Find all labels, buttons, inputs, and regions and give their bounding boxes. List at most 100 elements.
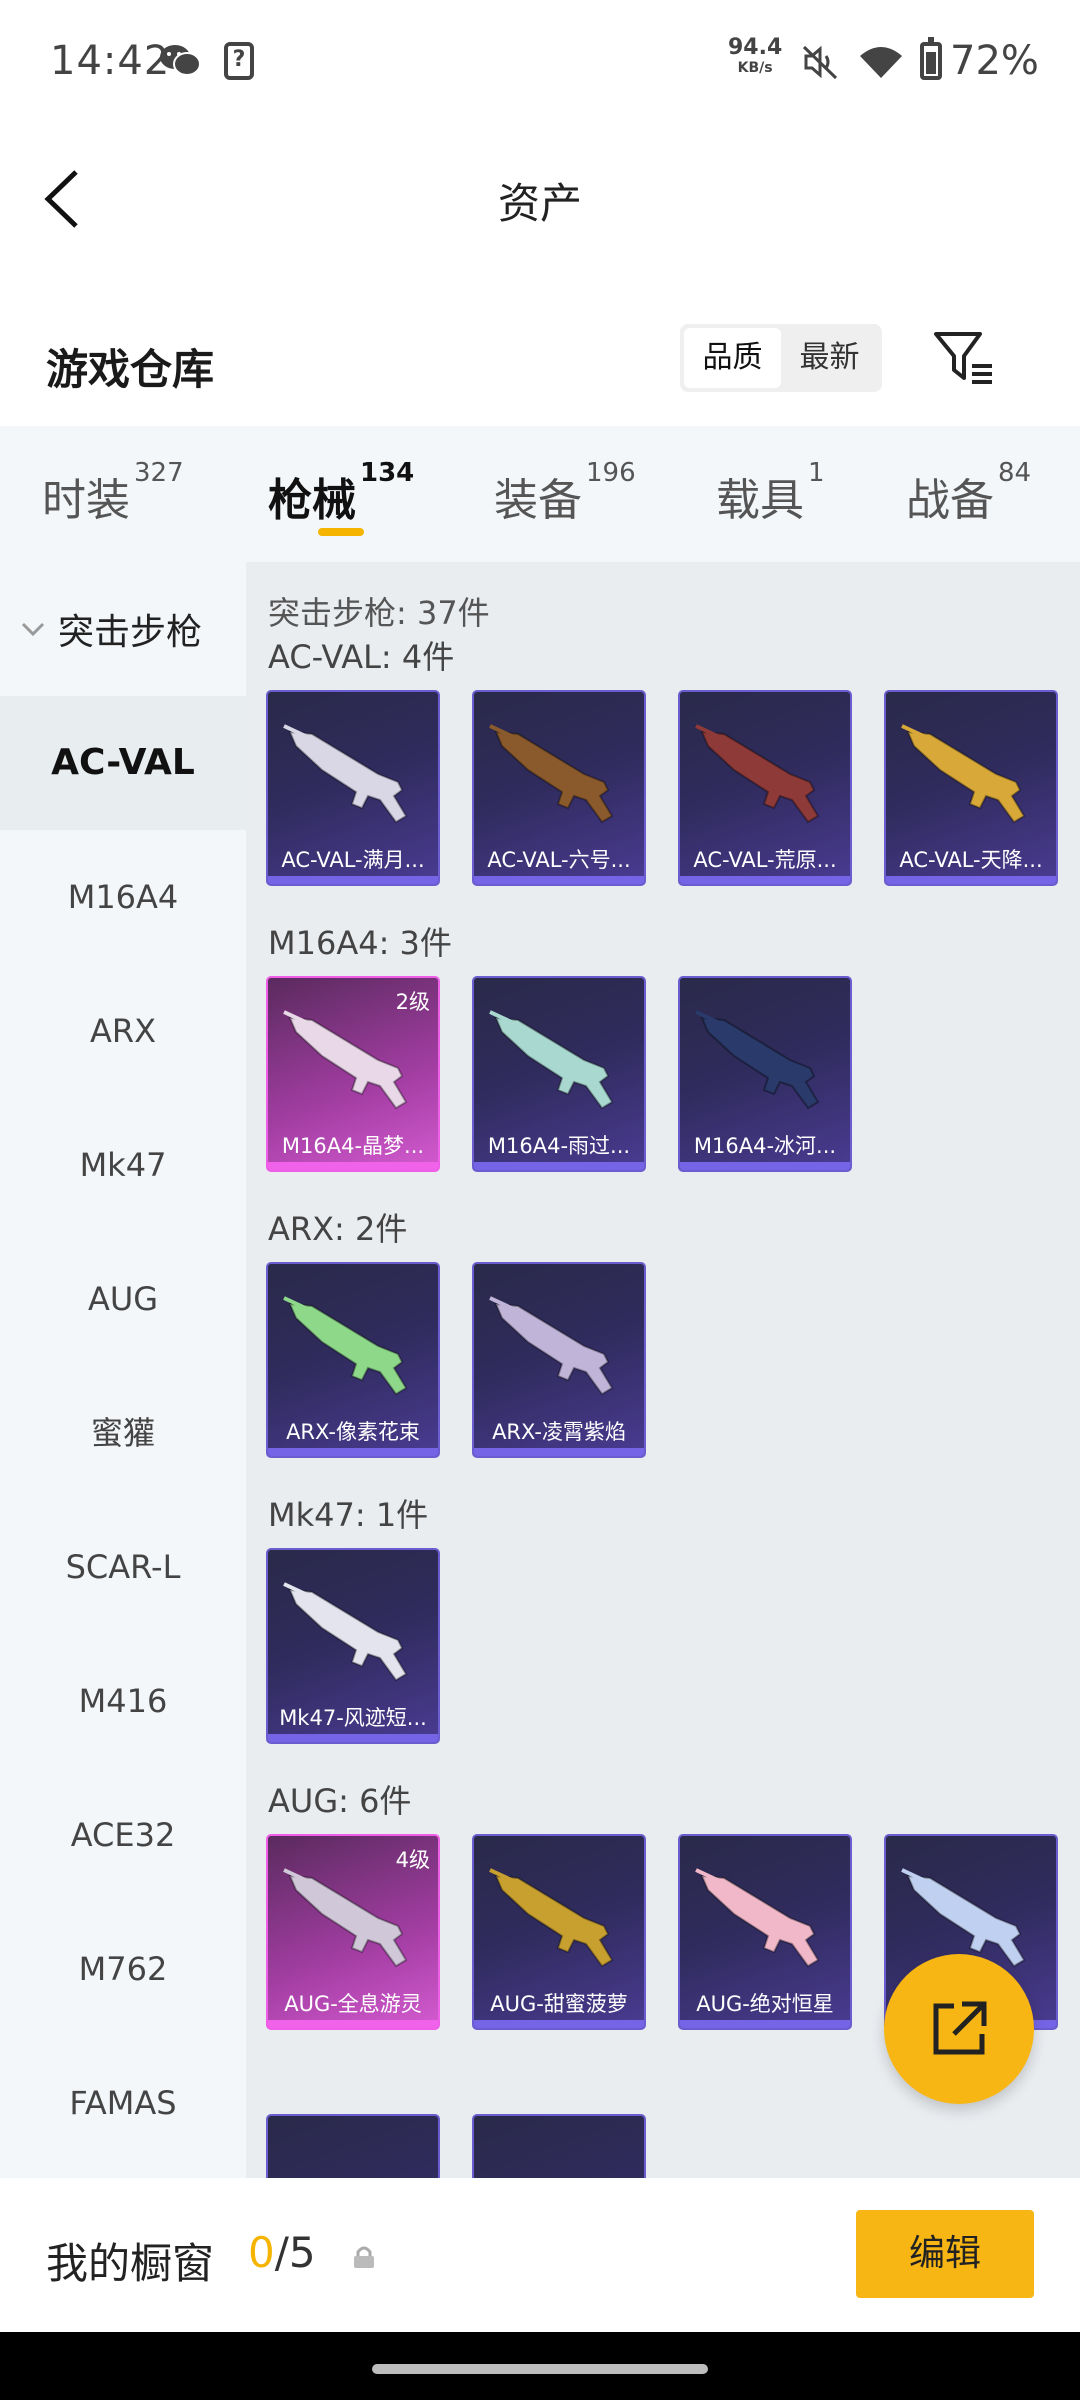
weapon-skin-card[interactable]: 4级 AUG-全息游灵 (266, 1834, 440, 2030)
sidebar-item-honey-badger[interactable]: 蜜獾 (0, 1366, 246, 1500)
tab-supplies[interactable]: 战备84 (906, 458, 1031, 528)
rifle-icon (489, 1868, 614, 1968)
skin-name: AUG-绝对恒星 (696, 1992, 834, 2016)
skin-name: AC-VAL-六号... (487, 848, 631, 872)
tab-fashion[interactable]: 时装327 (42, 458, 184, 528)
sidebar-item-ac-val[interactable]: AC-VAL (0, 696, 246, 830)
sidebar-group-assault-rifles[interactable]: 突击步枪 (0, 562, 246, 696)
weapon-skin-card[interactable]: AC-VAL-荒原... (678, 690, 852, 886)
sort-toggle: 品质 最新 (680, 324, 882, 392)
wifi-icon (860, 47, 902, 78)
rarity-strip (474, 876, 644, 884)
sim-question-icon: ? (224, 42, 254, 80)
weapon-skin-card[interactable]: ARX-凌霄紫焰 (472, 1262, 646, 1458)
sidebar-item-m416[interactable]: M416 (0, 1634, 246, 1768)
showcase-bar: 我的橱窗 0/5 编辑 (0, 2178, 1080, 2332)
active-tab-indicator (318, 528, 364, 536)
wechat-icon (160, 45, 201, 76)
weapon-skin-card[interactable]: M16A4-冰河... (678, 976, 852, 1172)
battery-percent: 72% (950, 38, 1039, 84)
category-tabs: 时装327 枪械134 装备196 载具1 战备84 (0, 426, 1080, 562)
sidebar-group-label: 突击步枪 (58, 612, 203, 653)
weapon-skin-card[interactable] (472, 2114, 646, 2178)
rarity-strip (886, 876, 1056, 884)
skin-name: AC-VAL-荒原... (693, 848, 837, 872)
skin-name: M16A4-晶梦... (281, 1134, 425, 1158)
sidebar-item-aug[interactable]: AUG (0, 1232, 246, 1366)
sidebar-item-famas[interactable]: FAMAS (0, 2036, 246, 2170)
section-title: M16A4: 3件 (268, 924, 452, 962)
sidebar-item-scar-l[interactable]: SCAR-L (0, 1500, 246, 1634)
warehouse-title: 游戏仓库 (46, 345, 215, 394)
weapon-skin-card[interactable]: AC-VAL-满月... (266, 690, 440, 886)
section-title: AUG: 6件 (268, 1782, 412, 1820)
tab-equipment[interactable]: 装备196 (494, 458, 636, 528)
skin-name: AUG-全息游灵 (284, 1992, 422, 2016)
home-gesture-handle[interactable] (372, 2364, 708, 2374)
chevron-down-icon (21, 622, 45, 637)
section-title: AC-VAL: 4件 (268, 638, 455, 676)
rarity-strip (680, 1162, 850, 1170)
rifle-icon (283, 1010, 408, 1110)
rifle-icon (283, 1582, 408, 1682)
rifle-icon (901, 724, 1026, 824)
weapon-skin-card[interactable]: AC-VAL-天降... (884, 690, 1058, 886)
rifle-icon (489, 1010, 614, 1110)
showcase-count: 0/5 (248, 2228, 316, 2277)
skin-name: AC-VAL-天降... (899, 848, 1043, 872)
warehouse-header: 游戏仓库 品质 最新 (0, 300, 1080, 426)
rifle-icon (695, 1868, 820, 1968)
tab-vehicles[interactable]: 载具1 (716, 458, 825, 528)
network-speed: 94.4 KB/s (728, 35, 783, 77)
weapon-skin-card[interactable]: AUG-甜蜜菠萝 (472, 1834, 646, 2030)
rarity-strip (680, 2020, 850, 2028)
rarity-strip (268, 1162, 438, 1170)
rifle-icon (283, 1296, 408, 1396)
category-summary: 突击步枪: 37件 (268, 594, 490, 632)
share-external-icon (933, 2001, 987, 2055)
weapon-skin-card[interactable]: M16A4-雨过... (472, 976, 646, 1172)
sidebar-item-arx[interactable]: ARX (0, 964, 246, 1098)
weapon-sidebar: 突击步枪 AC-VAL M16A4 ARX Mk47 AUG 蜜獾 SCAR-L… (0, 562, 246, 2178)
rarity-strip (474, 2020, 644, 2028)
weapon-skin-card[interactable]: AUG-绝对恒星 (678, 1834, 852, 2030)
section-title: Mk47: 1件 (268, 1496, 429, 1534)
sidebar-item-mk47[interactable]: Mk47 (0, 1098, 246, 1232)
skin-name: M16A4-冰河... (693, 1134, 837, 1158)
rifle-icon (489, 724, 614, 824)
sidebar-item-m762[interactable]: M762 (0, 1902, 246, 2036)
filter-icon[interactable] (930, 326, 996, 388)
status-bar: 14:42 ? 94.4 KB/s 72% (0, 0, 1080, 124)
sort-option-latest[interactable]: 最新 (781, 328, 878, 388)
share-fab[interactable] (884, 1954, 1034, 2104)
edit-button[interactable]: 编辑 (856, 2210, 1034, 2298)
weapon-skin-card[interactable]: Mk47-风迹短... (266, 1548, 440, 1744)
skin-name: AC-VAL-满月... (281, 848, 425, 872)
skin-name: ARX-像素花束 (286, 1420, 420, 1444)
weapon-skin-card[interactable]: ARX-像素花束 (266, 1262, 440, 1458)
rarity-strip (268, 1734, 438, 1742)
system-nav-bar (0, 2332, 1080, 2400)
showcase-label: 我的橱窗 (46, 2239, 215, 2288)
rifle-icon (695, 1010, 820, 1110)
rifle-icon (283, 1868, 408, 1968)
status-time: 14:42 (50, 38, 171, 84)
weapon-skin-card[interactable]: AC-VAL-六号... (472, 690, 646, 886)
skin-level-badge: 4级 (395, 1848, 430, 1872)
rarity-strip (268, 2020, 438, 2028)
weapon-skin-card[interactable]: 2级 M16A4-晶梦... (266, 976, 440, 1172)
skin-level-badge: 2级 (395, 990, 430, 1014)
battery-icon (920, 37, 942, 80)
skin-name: AUG-甜蜜菠萝 (490, 1992, 628, 2016)
sidebar-item-ace32[interactable]: ACE32 (0, 1768, 246, 1902)
rarity-strip (680, 876, 850, 884)
skin-name: Mk47-风迹短... (279, 1706, 427, 1730)
rifle-icon (283, 724, 408, 824)
rarity-strip (474, 1162, 644, 1170)
skin-name: ARX-凌霄紫焰 (492, 1420, 626, 1444)
weapon-skin-card[interactable] (266, 2114, 440, 2178)
sidebar-item-m16a4[interactable]: M16A4 (0, 830, 246, 964)
page-title: 资产 (497, 179, 582, 228)
sort-option-quality[interactable]: 品质 (684, 328, 781, 388)
tab-firearms[interactable]: 枪械134 (268, 458, 414, 528)
